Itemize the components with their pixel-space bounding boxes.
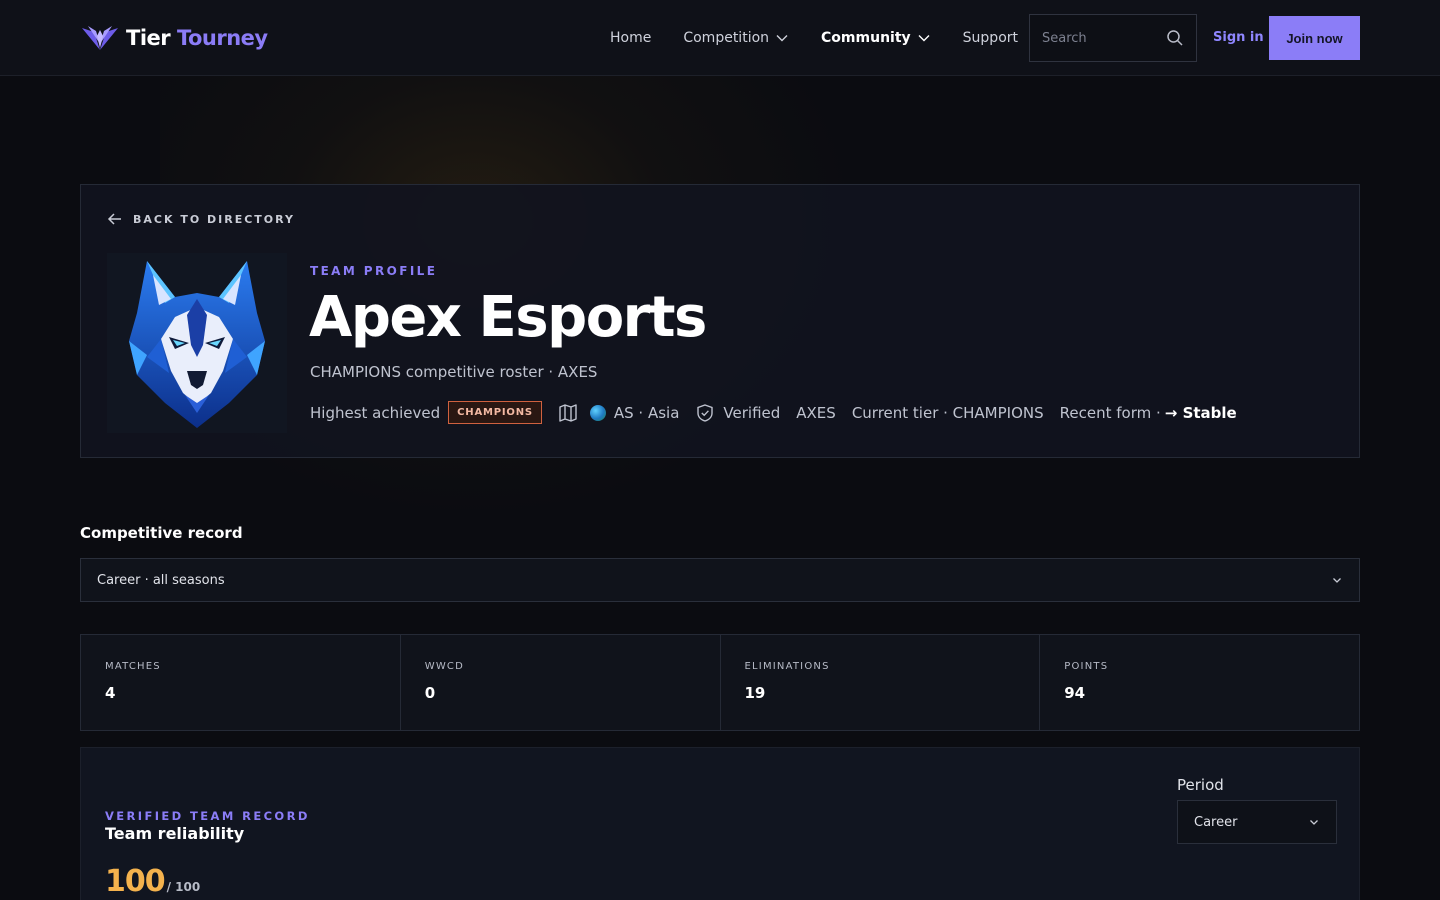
globe-icon [589, 404, 606, 421]
reliability-title: Team reliability [105, 824, 245, 843]
competitive-record-title: Competitive record [80, 524, 243, 542]
period-select-value: Career [1194, 814, 1238, 830]
team-logo [107, 253, 287, 433]
chevron-down-icon [1310, 820, 1318, 825]
region-label: AS · Asia [613, 403, 680, 422]
top-navigation-bar: Tier Tourney Home Competition Community … [0, 0, 1440, 76]
nav-community-label: Community [821, 30, 911, 46]
stat-points: POINTS 94 [1040, 635, 1359, 730]
verified-record-eyebrow: VERIFIED TEAM RECORD [105, 809, 310, 823]
record-scope-select[interactable]: Career · all seasons [80, 558, 1360, 602]
search-icon[interactable] [1166, 29, 1184, 47]
chevron-down-icon [776, 35, 788, 42]
current-tier: Current tier · CHAMPIONS [851, 403, 1044, 422]
record-scope-value: Career · all seasons [97, 572, 225, 588]
recent-form-label: Recent form · [1059, 403, 1161, 422]
period-label: Period [1177, 776, 1224, 794]
team-name-heading: Apex Esports [309, 285, 707, 350]
stat-value: 0 [424, 684, 436, 702]
arrow-left-icon [107, 213, 121, 225]
chevron-down-icon [918, 35, 930, 42]
team-profile-eyebrow: TEAM PROFILE [310, 264, 438, 278]
stat-value: 94 [1064, 684, 1086, 702]
nav-competition-label: Competition [683, 30, 770, 46]
join-now-button[interactable]: Join now [1269, 16, 1360, 60]
reliability-score: 100 / 100 [105, 864, 200, 899]
brand-name: Tier Tourney [126, 26, 268, 50]
chevron-down-icon [1333, 578, 1341, 583]
search-box[interactable] [1029, 14, 1197, 62]
stat-label: WWCD [424, 661, 465, 672]
nav-home[interactable]: Home [610, 30, 651, 46]
back-to-directory-label: BACK TO DIRECTORY [133, 212, 295, 226]
stat-label: POINTS [1064, 661, 1109, 672]
brand-name-second: Tourney [176, 26, 268, 50]
highest-achieved-label: Highest achieved [310, 403, 441, 422]
nav-home-label: Home [610, 30, 652, 46]
verified-label: Verified [723, 403, 781, 422]
recent-form-value: → Stable [1164, 403, 1237, 422]
main-nav: Home Competition Community Support [610, 0, 1050, 76]
nav-support[interactable]: Support [963, 30, 1018, 46]
map-icon [559, 403, 577, 422]
stat-label: ELIMINATIONS [744, 661, 830, 672]
period-select[interactable]: Career [1177, 800, 1337, 844]
winged-v-logo-icon [82, 26, 118, 50]
stat-value: 19 [744, 684, 766, 702]
shield-check-icon [697, 403, 714, 422]
back-to-directory-link[interactable]: BACK TO DIRECTORY [107, 211, 295, 227]
team-tag: AXES [796, 403, 836, 422]
search-input[interactable] [1042, 30, 1158, 46]
stats-grid: MATCHES 4 WWCD 0 ELIMINATIONS 19 POINTS … [80, 634, 1360, 731]
stat-value: 4 [105, 684, 116, 702]
stat-matches: MATCHES 4 [81, 635, 401, 730]
team-reliability-panel: VERIFIED TEAM RECORD Team reliability 10… [80, 747, 1360, 900]
brand-logo[interactable]: Tier Tourney [80, 20, 268, 56]
stat-label: MATCHES [105, 661, 161, 672]
nav-community[interactable]: Community [821, 30, 931, 46]
nav-competition[interactable]: Competition [683, 30, 789, 46]
team-profile-card: BACK TO DIRECTORY TEAM PROFILE Apex Espo… [80, 184, 1360, 458]
team-subtitle: CHAMPIONS competitive roster · AXES [310, 363, 598, 381]
stat-wwcd: WWCD 0 [401, 635, 721, 730]
nav-support-label: Support [962, 30, 1018, 46]
sign-in-link[interactable]: Sign in [1213, 30, 1264, 45]
wolf-head-emblem [129, 261, 265, 428]
brand-name-first: Tier [126, 26, 171, 50]
reliability-score-max: / 100 [166, 880, 201, 894]
reliability-score-value: 100 [105, 864, 166, 899]
stat-eliminations: ELIMINATIONS 19 [721, 635, 1041, 730]
tier-badge: CHAMPIONS [448, 401, 542, 424]
team-meta-row: Highest achieved CHAMPIONS AS · Asia Ver… [310, 401, 1237, 424]
